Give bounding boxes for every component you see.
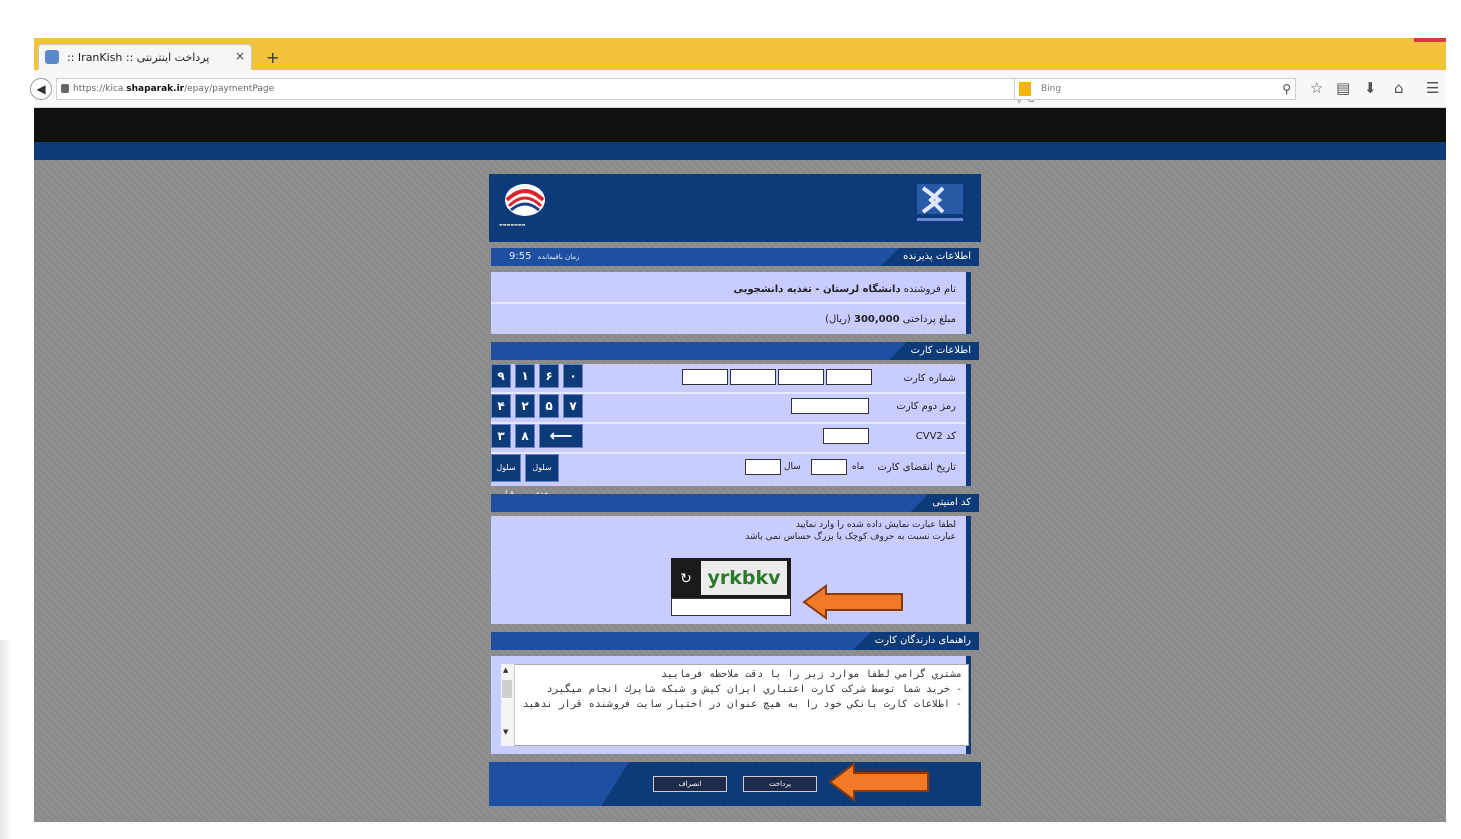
backspace-key[interactable]: ⟵ [539, 424, 583, 448]
amount-label: مبلغ پرداختی [902, 314, 956, 325]
card-section-title: اطلاعات کارت [491, 342, 979, 360]
cancel-button[interactable]: انصراف [653, 776, 727, 792]
shaparak-logo-icon [505, 184, 545, 216]
tab-close-icon[interactable]: × [235, 49, 245, 63]
window-close-strip[interactable] [1414, 38, 1446, 42]
favicon-icon [45, 50, 59, 64]
browser-nav-bar: ◀ https://kica.shaparak.ir/epay/paymentP… [30, 70, 1446, 108]
merchant-name-value: دانشگاه لرستان - تغذیه دانشجویی [733, 284, 901, 295]
guide-section-label: راهنمای دارندگان کارت [852, 632, 979, 650]
download-icon[interactable]: ⬇ [1364, 79, 1377, 97]
amount-row: مبلغ پرداختی 300,000 (ریال) [825, 314, 956, 325]
pin2-field[interactable] [791, 398, 869, 414]
cvv2-field[interactable] [823, 428, 869, 444]
menu-icon[interactable]: ☰ [1426, 79, 1439, 97]
reading-list-icon[interactable]: ▤ [1336, 79, 1350, 97]
keypad-key[interactable]: ۹ [491, 364, 511, 388]
scroll-thumb[interactable] [502, 680, 512, 698]
row-divider [491, 392, 966, 394]
card-number-field-1[interactable] [682, 369, 728, 385]
irankish-logo-icon [917, 184, 963, 221]
next-cell-button[interactable]: سلول بعدی [525, 454, 559, 498]
lock-icon [61, 84, 69, 93]
browser-tab[interactable]: پرداخت اینترنتی :: IranKish :: × [38, 44, 252, 70]
month-label: ماه [852, 462, 865, 472]
shaparak-logo-caption: ▬▬▬▬▬▬▬ [499, 222, 526, 227]
captcha-input[interactable] [671, 598, 791, 616]
amount-value: 300,000 [854, 314, 900, 325]
guide-box: مشتري گرامي لطفا موارد زير را با دقت ملا… [491, 656, 971, 754]
row-divider [491, 422, 966, 424]
merchant-section-title: اطلاعات پذیرنده 9:55 زمان باقیمانده [491, 248, 979, 266]
pay-button[interactable]: پرداخت [743, 776, 817, 792]
merchant-name-row: نام فروشنده دانشگاه لرستان - تغذیه دانشج… [734, 284, 956, 295]
guide-textarea[interactable]: مشتري گرامي لطفا موارد زير را با دقت ملا… [501, 664, 969, 746]
bing-icon [1019, 82, 1031, 96]
keypad-key[interactable]: ۴ [491, 394, 511, 418]
card-number-label: شماره کارت [903, 373, 956, 384]
security-section-title: کد امنیتی [491, 494, 979, 512]
amount-unit: (ریال) [825, 314, 851, 325]
timer-label: زمان باقیمانده [537, 253, 580, 261]
tab-title: پرداخت اینترنتی :: IranKish :: [67, 51, 210, 64]
keypad-key[interactable]: ۸ [515, 424, 535, 448]
expiry-label: تاریخ انقضای کارت [877, 462, 956, 473]
pin2-label: رمز دوم کارت [896, 401, 956, 412]
url-path: /epay/paymentPage [184, 84, 275, 94]
search-icon[interactable]: ⚲ [1282, 79, 1291, 99]
bookmark-star-icon[interactable]: ☆ [1310, 79, 1323, 97]
keypad-key[interactable]: ۳ [491, 424, 511, 448]
payment-header: ▬▬▬▬▬▬▬ [489, 174, 981, 242]
home-icon[interactable]: ⌂ [1394, 79, 1404, 97]
card-section-label: اطلاعات کارت [888, 342, 979, 360]
card-number-field-3[interactable] [778, 369, 824, 385]
search-placeholder: Bing [1041, 84, 1062, 94]
merchant-section-label: اطلاعات پذیرنده [881, 248, 979, 266]
browser-tab-bar: پرداخت اینترنتی :: IranKish :: × + [34, 38, 1446, 70]
card-number-field-4[interactable] [826, 369, 872, 385]
security-section-label: کد امنیتی [910, 494, 979, 512]
page-edge-shadow [0, 640, 12, 839]
year-label: سال [784, 462, 801, 472]
new-tab-button[interactable]: + [266, 48, 279, 67]
pay-arrow-icon [828, 762, 929, 802]
site-top-bar [34, 108, 1446, 142]
footer-accent [489, 762, 629, 806]
timer-value: 9:55 [509, 251, 532, 262]
keypad-key[interactable]: ۲ [515, 394, 535, 418]
timer: 9:55 زمان باقیمانده [509, 248, 579, 266]
cvv2-label: کد CVV2 [915, 431, 956, 442]
scroll-up-icon[interactable]: ▲ [503, 666, 508, 674]
card-box: ۹ ۱ ۶ ۰ ۴ ۲ ۵ ۷ ۳ ۸ ⟵ سلول قبلی سلول بعد… [491, 364, 971, 498]
expiry-year-field[interactable] [745, 459, 781, 475]
scroll-down-icon[interactable]: ▼ [503, 728, 508, 736]
guide-scrollbar[interactable]: ▲ ▼ [501, 664, 515, 746]
expiry-month-field[interactable] [811, 459, 847, 475]
keypad-key[interactable]: ۶ [539, 364, 559, 388]
keypad-key[interactable]: ۵ [539, 394, 559, 418]
url-host: shaparak.ir [126, 84, 185, 94]
merchant-box: نام فروشنده دانشگاه لرستان - تغذیه دانشج… [491, 272, 971, 334]
merchant-name-label: نام فروشنده [903, 284, 956, 295]
prev-cell-button[interactable]: سلول قبلی [491, 454, 521, 498]
row-divider [491, 452, 966, 454]
search-box[interactable]: Bing ⚲ [1014, 78, 1296, 100]
captcha-instruction-1: لطفا عبارت نمایش داده شده را وارد نمایید [795, 520, 956, 530]
captcha-arrow-icon [802, 584, 903, 620]
keypad-key[interactable]: ۷ [563, 394, 583, 418]
card-number-field-2[interactable] [730, 369, 776, 385]
address-bar[interactable]: https://kica.shaparak.ir/epay/paymentPag… [56, 78, 1052, 105]
captcha-instruction-2: عبارت نسبت به حروف کوچک یا بزرگ حساس نمی… [745, 532, 956, 542]
payment-panel: ▬▬▬▬▬▬▬ اطلاعات پذیرنده 9:55 زمان باقیما… [489, 174, 981, 806]
captcha-widget: ↻ yrkbkv [671, 558, 791, 598]
keypad-key[interactable]: ۱ [515, 364, 535, 388]
row-divider [491, 302, 966, 304]
site-blue-bar [34, 142, 1446, 160]
keypad-key[interactable]: ۰ [563, 364, 583, 388]
url-prefix: https://kica. [73, 84, 127, 94]
back-arrow-icon[interactable]: ◀ [30, 78, 52, 100]
refresh-icon[interactable]: ↻ [675, 568, 697, 590]
captcha-image: yrkbkv [701, 561, 787, 595]
guide-section-title: راهنمای دارندگان کارت [491, 632, 979, 650]
